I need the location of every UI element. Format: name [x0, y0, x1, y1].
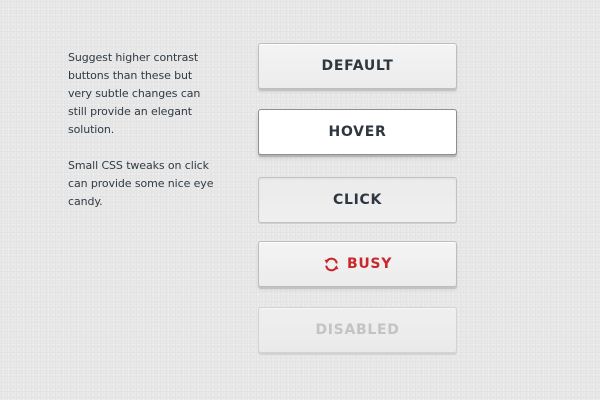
refresh-icon	[323, 256, 340, 273]
hover-button-label: HOVER	[328, 124, 387, 140]
disabled-button: DISABLED	[258, 307, 457, 353]
disabled-button-label: DISABLED	[315, 322, 400, 338]
description-paragraph-1: Suggest higher contrast buttons than the…	[68, 51, 201, 136]
default-button[interactable]: DEFAULT	[258, 43, 457, 89]
busy-button-label: BUSY	[346, 256, 393, 272]
default-button-label: DEFAULT	[321, 58, 394, 74]
click-button[interactable]: CLICK	[258, 177, 457, 223]
hover-button[interactable]: HOVER	[258, 109, 457, 155]
description-text: Suggest higher contrast buttons than the…	[68, 49, 218, 211]
busy-button[interactable]: BUSY	[258, 241, 457, 287]
description-paragraph-2: Small CSS tweaks on click can provide so…	[68, 159, 214, 208]
click-button-label: CLICK	[332, 192, 383, 208]
